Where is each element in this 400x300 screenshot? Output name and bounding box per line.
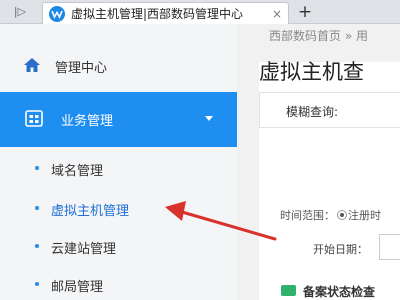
browser-tab[interactable]: 虚拟主机管理|西部数码管理中心 × bbox=[42, 2, 289, 24]
sidebar-subitem-label: 邮局管理 bbox=[51, 280, 104, 295]
bullet-icon bbox=[35, 244, 39, 248]
sidebar: 管理中心 业务管理 域名管理 虚拟主机管理 云建站管理 邮局管理 bbox=[0, 24, 237, 300]
sidebar-subitem-label: 虚拟主机管理 bbox=[51, 204, 130, 219]
breadcrumb[interactable]: 西部数码首页 » 用 bbox=[269, 27, 368, 44]
close-icon[interactable]: × bbox=[269, 6, 285, 22]
time-range-option[interactable]: 注册时 bbox=[348, 209, 381, 222]
sidebar-subitem-mail[interactable]: 邮局管理 bbox=[0, 273, 237, 295]
main-content: 西部数码首页 » 用 虚拟主机查 模糊查询: ▾ 时间范围：注册时 开始日期： … bbox=[237, 24, 400, 300]
start-date-label: 开始日期： bbox=[313, 243, 368, 256]
home-icon bbox=[23, 57, 41, 77]
bullet-icon bbox=[35, 282, 39, 286]
time-range-label: 时间范围： bbox=[280, 209, 335, 222]
filing-status-check-label: 备案状态检查 bbox=[303, 285, 376, 299]
bullet-icon bbox=[35, 206, 39, 210]
radio-button[interactable] bbox=[337, 210, 347, 220]
sidebar-subitem-label: 域名管理 bbox=[51, 164, 104, 179]
fuzzy-search-select[interactable]: 模糊查询: ▾ bbox=[259, 92, 400, 128]
sidebar-subitem-domain[interactable]: 域名管理 bbox=[0, 157, 237, 179]
sidebar-subitem-label: 云建站管理 bbox=[51, 242, 117, 257]
sidebar-toggle-button[interactable]: |▷ bbox=[0, 0, 40, 23]
time-range-row: 时间范围： 注册时 bbox=[280, 207, 381, 223]
grid-icon bbox=[25, 110, 43, 131]
fuzzy-search-label: 模糊查询: bbox=[286, 105, 339, 119]
sidebar-item-admin-center[interactable]: 管理中心 bbox=[0, 44, 237, 88]
sidebar-item-business-management[interactable]: 业务管理 bbox=[0, 92, 237, 147]
status-check-icon bbox=[281, 285, 296, 296]
site-logo-icon bbox=[49, 5, 65, 22]
sidebar-item-label: 业务管理 bbox=[61, 114, 114, 129]
start-date-input[interactable] bbox=[379, 234, 400, 260]
sidebar-subitem-virtual-host[interactable]: 虚拟主机管理 bbox=[0, 197, 237, 219]
page-title: 虚拟主机查 bbox=[259, 60, 364, 84]
sidebar-subitem-cloud-site[interactable]: 云建站管理 bbox=[0, 235, 237, 257]
chevron-down-icon bbox=[205, 116, 213, 121]
browser-tab-bar: |▷ 虚拟主机管理|西部数码管理中心 × + bbox=[0, 0, 400, 24]
bullet-icon bbox=[35, 166, 39, 170]
tab-title: 虚拟主机管理|西部数码管理中心 bbox=[71, 7, 244, 21]
new-tab-button[interactable]: + bbox=[293, 2, 317, 22]
sidebar-item-label: 管理中心 bbox=[55, 61, 108, 76]
